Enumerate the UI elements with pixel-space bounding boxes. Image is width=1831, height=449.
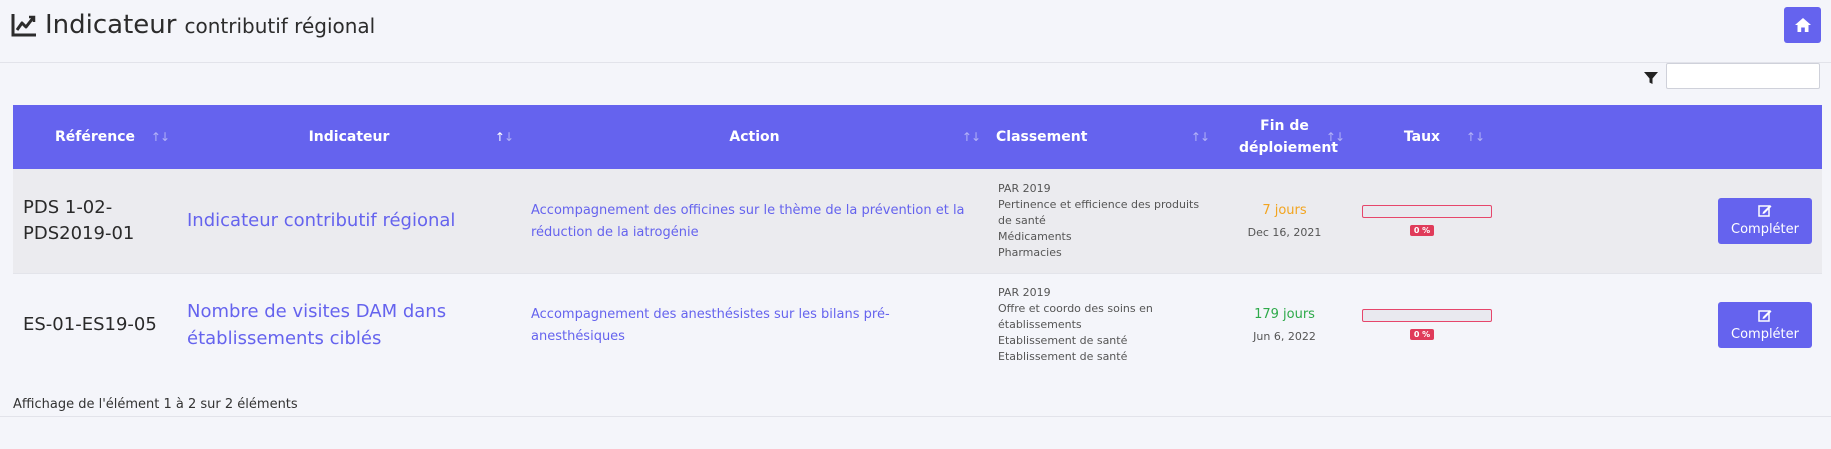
complete-button-label: Compléter: [1731, 326, 1799, 342]
sort-icon: ↑↓: [1465, 130, 1485, 144]
cell-actions: Compléter: [1492, 273, 1822, 377]
complete-button[interactable]: Compléter: [1718, 302, 1812, 349]
complete-button-label: Compléter: [1731, 222, 1799, 238]
cell-classement: PAR 2019 Pertinence et efficience des pr…: [998, 181, 1200, 259]
column-header-classement[interactable]: Classement ↑↓: [988, 105, 1217, 169]
page-title: Indicateur contributif régional: [11, 10, 375, 40]
home-icon: [1794, 18, 1811, 32]
cell-action: Accompagnement des officines sur le thèm…: [521, 169, 988, 273]
percent-badge: 0 %: [1409, 224, 1435, 236]
home-button[interactable]: [1784, 7, 1821, 43]
page-header: Indicateur contributif régional: [0, 0, 1831, 63]
cell-reference: ES-01-ES19-05: [23, 314, 157, 336]
table-info: Affichage de l'élément 1 à 2 sur 2 éléme…: [13, 397, 298, 412]
cell-reference: PDS 1-02-PDS2019-01: [23, 196, 135, 244]
edit-icon: [1758, 205, 1772, 217]
table-header-row: Référence ↑↓ Indicateur ↑↓ Action ↑↓ Classe…: [13, 105, 1822, 169]
days-remaining: 179 jours: [1254, 307, 1315, 323]
complete-button[interactable]: Compléter: [1718, 197, 1812, 244]
filter-input[interactable]: [1666, 63, 1820, 89]
cell-indicateur: Indicateur contributif régional: [177, 169, 521, 273]
column-header-indicateur[interactable]: Indicateur ↑↓: [177, 105, 521, 169]
title-main: Indicateur: [45, 10, 177, 40]
cell-classement: PAR 2019 Offre et coordo des soins en ét…: [998, 286, 1153, 364]
table-row: PDS 1-02-PDS2019-01 Indicateur contribut…: [13, 169, 1822, 273]
table-row: ES-01-ES19-05 Nombre de visites DAM dans…: [13, 273, 1822, 377]
days-remaining: 7 jours: [1262, 202, 1307, 218]
filter-icon: [1644, 72, 1658, 84]
column-header-taux[interactable]: Taux ↑↓: [1352, 105, 1492, 169]
column-header-actions: [1492, 105, 1822, 169]
indicator-table: Référence ↑↓ Indicateur ↑↓ Action ↑↓ Classe…: [13, 105, 1822, 377]
cell-fin-deploiement: 179 jours Jun 6, 2022: [1217, 273, 1352, 377]
cell-action: Accompagnement des anesthésistes sur les…: [521, 273, 988, 377]
end-date: Jun 6, 2022: [1253, 330, 1316, 344]
sort-icon: ↑↓: [150, 130, 170, 144]
cell-taux: 0 %: [1352, 273, 1492, 377]
line-chart-icon: [11, 14, 36, 37]
divider: [0, 416, 1831, 417]
cell-indicateur: Nombre de visites DAM dans établissement…: [177, 273, 521, 377]
action-link[interactable]: Accompagnement des officines sur le thèm…: [531, 203, 965, 240]
column-header-fin-deploiement[interactable]: Fin de déploiement ↑↓: [1217, 105, 1352, 169]
indicateur-link[interactable]: Indicateur contributif régional: [187, 210, 455, 231]
indicateur-link[interactable]: Nombre de visites DAM dans établissement…: [187, 301, 446, 349]
edit-icon: [1758, 309, 1772, 322]
cell-taux: 0 %: [1352, 169, 1492, 273]
title-sub: contributif régional: [184, 14, 376, 38]
sort-asc-icon: ↑↓: [494, 130, 514, 144]
progress-bar: [1362, 309, 1492, 323]
percent-badge: 0 %: [1409, 329, 1435, 341]
action-link[interactable]: Accompagnement des anesthésistes sur les…: [531, 307, 890, 344]
column-header-reference[interactable]: Référence ↑↓: [13, 105, 177, 169]
progress-bar: [1362, 204, 1492, 218]
sort-icon: ↑↓: [1325, 130, 1345, 144]
column-header-action[interactable]: Action ↑↓: [521, 105, 988, 169]
end-date: Dec 16, 2021: [1247, 225, 1322, 239]
sort-icon: ↑↓: [1190, 130, 1210, 144]
cell-fin-deploiement: 7 jours Dec 16, 2021: [1217, 169, 1352, 273]
sort-icon: ↑↓: [961, 130, 981, 144]
cell-actions: Compléter: [1492, 169, 1822, 273]
